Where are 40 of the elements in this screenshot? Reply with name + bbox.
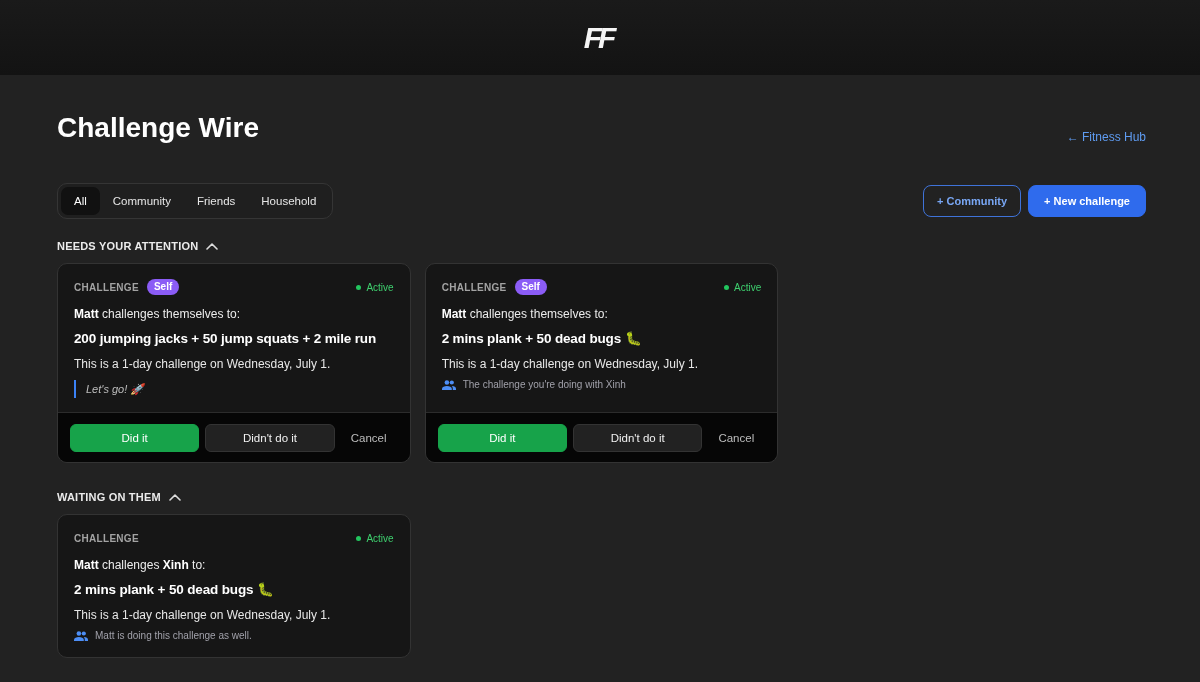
didnt-do-it-button[interactable]: Didn't do it (205, 424, 335, 452)
status-dot-icon (724, 284, 730, 290)
status-text: Active (734, 281, 762, 293)
status-text: Active (366, 532, 394, 544)
people-icon (441, 380, 456, 390)
challenge-schedule: This is a 1-day challenge on Wednesday, July 1. (74, 356, 332, 372)
didnt-do-it-button[interactable]: Didn't do it (573, 424, 703, 452)
self-tag: Self (514, 279, 547, 295)
challenge-title: 2 mins plank + 50 dead bugs 🐛 (441, 330, 643, 348)
status-dot-icon (356, 284, 362, 290)
challenge-intro: Matt challenges themselves to: (74, 306, 242, 322)
people-icon (74, 631, 88, 641)
self-tag: Self (146, 279, 180, 295)
participants-note: The challenge you're doing with Xinh (462, 378, 626, 392)
cancel-button[interactable]: Cancel (708, 424, 765, 452)
cancel-button[interactable]: Cancel (340, 424, 397, 452)
challenge-title: 200 jumping jacks + 50 jump squats + 2 mile run (74, 330, 378, 348)
page-title: Challenge Wire (57, 111, 259, 145)
card-label: CHALLENGE (74, 532, 139, 544)
add-community-button[interactable]: + Community (923, 185, 1022, 217)
filter-tab[interactable]: Friends (183, 187, 249, 215)
new-challenge-button[interactable]: + New challenge (1028, 185, 1146, 217)
logo[interactable]: FF (583, 21, 617, 54)
back-link[interactable]: ← Fitness Hub (1066, 129, 1146, 145)
card-label: CHALLENGE (441, 281, 507, 293)
challenge-schedule: This is a 1-day challenge on Wednesday, July 1. (74, 607, 332, 623)
quote-text: Let's go! 🚀 (74, 380, 396, 398)
challenge-intro: Matt challenges Xinh to: (74, 557, 207, 573)
section-toggle[interactable]: WAITING ON THEM (57, 489, 181, 505)
filter-tab[interactable]: Household (248, 187, 330, 215)
challenge-intro: Matt challenges themselves to: (441, 306, 609, 322)
challenge-schedule: This is a 1-day challenge on Wednesday, July 1. (441, 356, 700, 372)
status-text: Active (366, 281, 394, 293)
filter-tab[interactable]: All (61, 187, 100, 215)
participants-note: Matt is doing this challenge as well. (95, 629, 252, 643)
challenge-title: 2 mins plank + 50 dead bugs 🐛 (74, 581, 275, 599)
filter-tab[interactable]: Community (99, 187, 184, 215)
section-toggle[interactable]: NEEDS YOUR ATTENTION (57, 238, 219, 254)
card-label: CHALLENGE (74, 281, 139, 293)
status-dot-icon (356, 535, 362, 541)
